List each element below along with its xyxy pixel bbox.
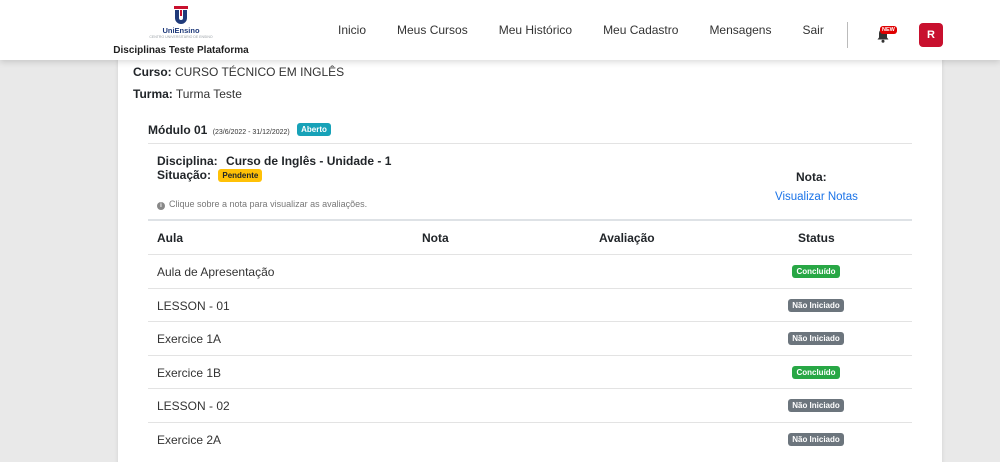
row-aula: LESSON - 01 [157, 298, 230, 313]
new-badge: NEW [880, 26, 897, 34]
row-aula: Exercice 2A [157, 432, 222, 447]
table-row[interactable]: LESSON - 01 Não Iniciado [148, 287, 912, 322]
curso-label: Curso: [133, 65, 172, 79]
status-badge: Concluído [792, 365, 840, 379]
table-top-border [148, 219, 912, 221]
logo-tagline: CENTRO UNIVERSITÁRIO DE ENSINO [149, 35, 213, 39]
table-row[interactable]: Exercice 1A Não Iniciado [148, 321, 912, 355]
status-badge: Não Iniciado [788, 399, 844, 412]
nav-sair[interactable]: Sair [802, 23, 823, 37]
col-header-status: Status [798, 231, 835, 245]
status-badge: Não Iniciado [788, 332, 844, 345]
divider [148, 143, 912, 144]
nav-meu-cadastro[interactable]: Meu Cadastro [603, 23, 678, 37]
situacao-line: Situação: Pendente [157, 168, 263, 182]
row-aula: Exercice 1B [157, 365, 222, 380]
brand[interactable]: UniEnsino CENTRO UNIVERSITÁRIO DE ENSINO… [112, 6, 250, 56]
info-icon: i [157, 202, 165, 210]
table-row[interactable]: Exercice 1B Concluído [148, 354, 912, 389]
top-navbar: UniEnsino CENTRO UNIVERSITÁRIO DE ENSINO… [0, 0, 1000, 60]
row-aula: Exercice 1A [157, 332, 222, 346]
module-status-badge: Aberto [297, 123, 331, 136]
col-header-nota: Nota [422, 231, 449, 245]
turma-line: Turma: Turma Teste [133, 87, 242, 101]
table-row[interactable]: Aula de Apresentação Concluído [148, 254, 912, 288]
status-badge: Concluído [792, 265, 840, 278]
status-badge: Não Iniciado [788, 432, 844, 446]
table-row[interactable]: LESSON - 02 Não Iniciado [148, 388, 912, 422]
nota-label: Nota: [796, 170, 827, 184]
uniensino-logo-icon [174, 6, 188, 24]
module-header: Módulo 01 (23/6/2022 - 31/12/2022) Abert… [148, 123, 331, 137]
row-aula: Aula de Apresentação [157, 265, 275, 279]
user-avatar[interactable]: R [919, 23, 943, 47]
hint-text: i Clique sobre a nota para visualizar as … [157, 199, 367, 210]
situacao-badge: Pendente [218, 169, 263, 182]
module-dates: (23/6/2022 - 31/12/2022) [212, 129, 290, 136]
nav-inicio[interactable]: Inicio [338, 23, 366, 37]
hint-label: Clique sobre a nota para visualizar as a… [169, 199, 368, 209]
table-row[interactable]: Exercice 2A Não Iniciado [148, 421, 912, 456]
turma-label: Turma: [133, 87, 173, 101]
platform-subtitle: Disciplinas Teste Plataforma [113, 45, 249, 56]
nav-mensagens[interactable]: Mensagens [709, 23, 771, 37]
curso-line: Curso: CURSO TÉCNICO EM INGLÊS [133, 65, 344, 79]
main-nav: Inicio Meus Cursos Meu Histórico Meu Cad… [338, 0, 855, 60]
curso-value: CURSO TÉCNICO EM INGLÊS [175, 65, 345, 79]
disciplina-line: Disciplina: Curso de Inglês - Unidade - … [157, 154, 391, 168]
nav-meu-historico[interactable]: Meu Histórico [499, 23, 572, 37]
situacao-label: Situação: [157, 168, 212, 182]
disciplina-value: Curso de Inglês - Unidade - 1 [226, 154, 392, 168]
col-header-aula: Aula [157, 231, 184, 245]
module-title: Módulo 01 [148, 123, 208, 137]
visualizar-notas-link[interactable]: Visualizar Notas [775, 191, 858, 203]
status-badge: Não Iniciado [788, 298, 844, 312]
turma-value: Turma Teste [175, 87, 242, 101]
nav-meus-cursos[interactable]: Meus Cursos [397, 23, 468, 37]
nav-divider [847, 22, 848, 48]
col-header-avaliacao: Avaliação [599, 231, 655, 245]
disciplina-label: Disciplina: [157, 154, 218, 168]
logo-name: UniEnsino [162, 26, 200, 35]
row-aula: LESSON - 02 [157, 399, 230, 413]
